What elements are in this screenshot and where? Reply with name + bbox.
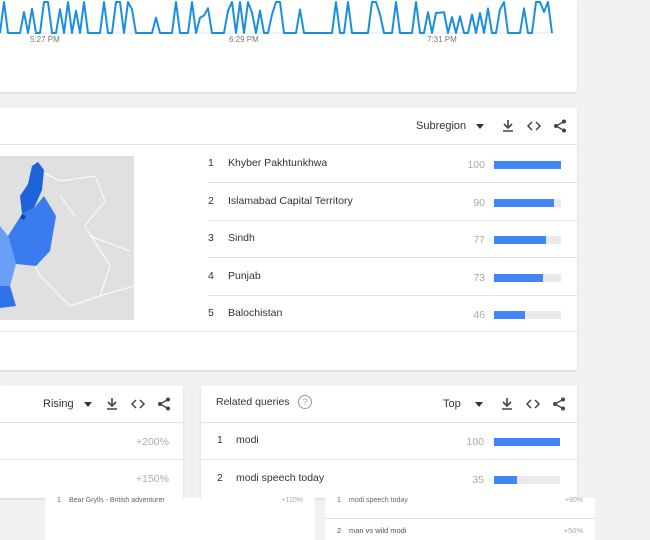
topics-row-divider <box>0 459 183 460</box>
region-rank: 5 <box>208 307 214 319</box>
query-name: modi <box>236 434 259 446</box>
query-value: 35 <box>472 474 484 486</box>
region-row[interactable]: 3 Sindh 77 <box>208 227 577 257</box>
pakistan-region-map[interactable] <box>0 156 134 320</box>
region-bar-track <box>494 161 561 169</box>
caret-down-icon <box>474 401 483 407</box>
region-value: 90 <box>473 197 485 209</box>
query-bar-track <box>494 476 560 484</box>
embed-code-icon[interactable] <box>130 396 146 412</box>
queries-header-divider <box>201 422 577 423</box>
region-bar-fill <box>494 311 525 319</box>
topic-row-2-value: +150% <box>136 473 169 485</box>
region-bar-track <box>494 236 561 244</box>
help-icon[interactable]: ? <box>298 395 312 409</box>
time-label-2: 6:29 PM <box>229 35 259 44</box>
region-row[interactable]: 4 Punjab 73 <box>208 265 577 295</box>
region-row-divider <box>208 295 577 296</box>
query-row-divider <box>201 459 577 460</box>
bg-right-divider <box>325 518 595 519</box>
region-header-controls: Subregion <box>416 118 568 134</box>
share-icon[interactable] <box>551 396 567 412</box>
region-value: 73 <box>473 272 485 284</box>
query-name: modi speech today <box>236 472 325 484</box>
query-row[interactable]: 1 modi 100 <box>201 431 577 457</box>
region-bar-fill <box>494 199 555 207</box>
bg-right-1-value: +90% <box>564 497 583 504</box>
download-icon[interactable] <box>499 396 515 412</box>
time-label-1: 5:27 PM <box>30 35 60 44</box>
bg-left-rank: 1 <box>57 497 61 504</box>
region-bar-fill <box>494 236 546 244</box>
bg-right-1-name: modi speech today <box>349 497 408 504</box>
time-label-3: 7:31 PM <box>427 35 457 44</box>
region-bar-track <box>494 199 561 207</box>
region-row[interactable]: 1 Khyber Pakhtunkhwa 100 <box>208 152 577 182</box>
bg-right-2-value: +50% <box>563 526 583 535</box>
related-topics-card: Rising +200% +150% <box>0 386 183 498</box>
queries-header-controls: Top <box>443 396 567 412</box>
caret-down-icon <box>476 123 485 129</box>
subregion-dropdown-label: Subregion <box>416 120 467 132</box>
query-value: 100 <box>466 436 484 448</box>
rising-dropdown[interactable]: Rising <box>43 398 92 410</box>
topics-header-divider <box>0 422 183 423</box>
region-bar-fill <box>494 161 561 169</box>
embed-code-icon[interactable] <box>525 396 541 412</box>
region-value: 100 <box>467 159 485 171</box>
query-bar-fill <box>494 476 518 484</box>
query-row[interactable]: 2 modi speech today 35 <box>201 469 577 495</box>
region-row[interactable]: 5 Balochistan 46 <box>208 302 577 332</box>
download-icon[interactable] <box>104 396 120 412</box>
background-strip-left: 1 Bear Grylls - British adventurer +110% <box>45 497 315 540</box>
region-row-divider <box>208 220 577 221</box>
interest-over-time-card: 5:27 PM 6:29 PM 7:31 PM <box>0 0 577 92</box>
region-name: Balochistan <box>228 307 283 319</box>
bg-left-name: Bear Grylls - British adventurer <box>69 497 165 504</box>
bg-right-2-name: man vs wild modi <box>349 526 407 535</box>
top-dropdown[interactable]: Top <box>443 398 483 410</box>
caret-down-icon <box>83 401 92 407</box>
download-icon[interactable] <box>500 118 516 134</box>
region-value: 77 <box>473 234 485 246</box>
share-icon[interactable] <box>156 396 172 412</box>
query-bar-track <box>494 438 560 446</box>
region-name: Sindh <box>228 232 255 244</box>
interest-by-subregion-card: Subregion 1 Khyber Pakhtunkhwa 100 2 Islamab… <box>0 108 577 370</box>
region-bar-track <box>494 274 561 282</box>
related-queries-card: Related queries ? Top 1 modi 100 2 modi spee… <box>201 386 577 498</box>
region-footer-divider <box>0 331 577 332</box>
topic-row-1-value: +200% <box>136 436 169 448</box>
region-rank: 1 <box>208 157 214 169</box>
query-rank: 2 <box>217 472 223 484</box>
region-value: 46 <box>473 309 485 321</box>
region-name: Islamabad Capital Territory <box>228 195 353 207</box>
region-header-divider <box>0 144 577 145</box>
embed-code-icon[interactable] <box>526 118 542 134</box>
region-row-divider <box>208 257 577 258</box>
region-row-divider <box>208 182 577 183</box>
interest-line-chart <box>0 1 555 34</box>
rising-dropdown-label: Rising <box>43 398 74 410</box>
region-rank: 2 <box>208 195 214 207</box>
bg-right-1-rank: 1 <box>337 497 341 504</box>
region-name: Punjab <box>228 270 261 282</box>
region-rank: 4 <box>208 270 214 282</box>
related-queries-title: Related queries <box>216 396 290 408</box>
subregion-dropdown[interactable]: Subregion <box>416 120 485 132</box>
region-rank: 3 <box>208 232 214 244</box>
region-bar-fill <box>494 274 543 282</box>
background-strip-right: 1 modi speech today +90% 2 man vs wild m… <box>325 497 595 540</box>
region-row[interactable]: 2 Islamabad Capital Territory 90 <box>208 190 577 220</box>
bg-left-value: +110% <box>281 497 303 504</box>
region-name: Khyber Pakhtunkhwa <box>228 157 328 169</box>
share-icon[interactable] <box>552 118 568 134</box>
query-rank: 1 <box>217 434 223 446</box>
topics-header-controls: Rising <box>43 396 172 412</box>
trend-line <box>0 1 553 34</box>
region-bar-track <box>494 311 561 319</box>
top-dropdown-label: Top <box>443 398 461 410</box>
query-bar-fill <box>494 438 560 446</box>
bg-right-2-rank: 2 <box>337 526 342 535</box>
